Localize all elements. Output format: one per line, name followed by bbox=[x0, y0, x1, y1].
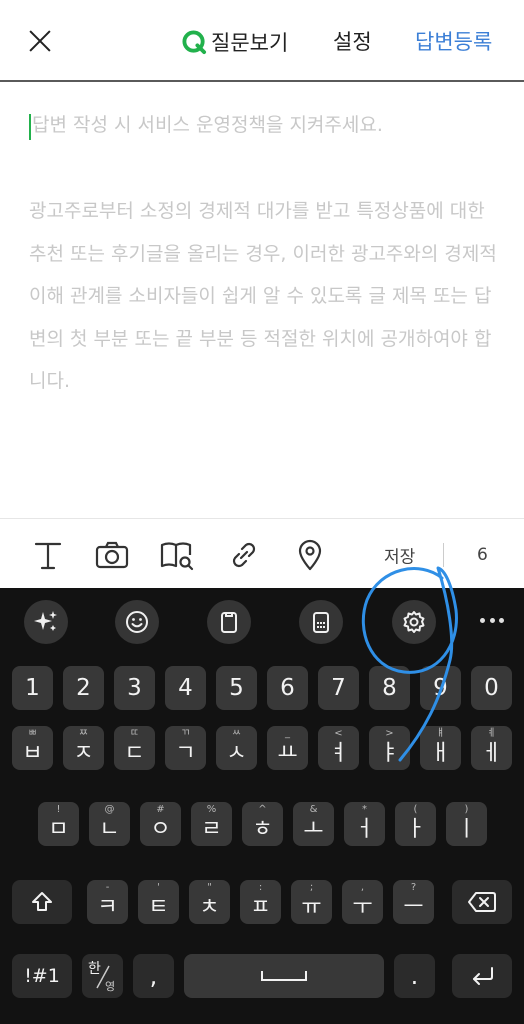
key-digeut[interactable]: ㄸㄷ bbox=[114, 726, 155, 770]
emoji-icon bbox=[126, 611, 148, 633]
key-5[interactable]: 5 bbox=[216, 666, 257, 710]
close-icon[interactable] bbox=[24, 25, 56, 57]
camera-icon[interactable] bbox=[94, 537, 130, 573]
link-icon[interactable] bbox=[226, 537, 262, 573]
settings-button[interactable]: 설정 bbox=[333, 26, 372, 58]
space-key[interactable] bbox=[184, 954, 384, 998]
key-7[interactable]: 7 bbox=[318, 666, 359, 710]
key-2[interactable]: 2 bbox=[63, 666, 104, 710]
key-ieung[interactable]: # ㅇ bbox=[140, 802, 181, 846]
key-a[interactable]: (ㅏ bbox=[395, 802, 436, 846]
key-ae[interactable]: ㅒㅐ bbox=[420, 726, 461, 770]
location-pin-icon[interactable] bbox=[292, 537, 328, 573]
clipboard-icon bbox=[221, 612, 237, 633]
view-question-label: 질문보기 bbox=[211, 31, 289, 55]
key-1[interactable]: 1 bbox=[12, 666, 53, 710]
key-pieup[interactable]: :ㅍ bbox=[240, 880, 281, 924]
enter-key[interactable] bbox=[452, 954, 512, 998]
q-logo-icon bbox=[182, 29, 207, 54]
key-ya[interactable]: > ㅑ bbox=[369, 726, 410, 770]
key-8[interactable]: 8 bbox=[369, 666, 410, 710]
comma-key[interactable]: , bbox=[133, 954, 174, 998]
shift-icon bbox=[32, 892, 52, 911]
key-kieuk[interactable]: -ㅋ bbox=[87, 880, 128, 924]
keyboard: 1 2 3 4 5 6 7 8 9 0 ㅃㅂ ㅉㅈ ㄸㄷ ㄲㄱ ㅆㅅ _ ㅛ < ㅕ… bbox=[0, 588, 524, 1024]
language-switch-glyph: 한 영 bbox=[88, 961, 115, 993]
keyboard-settings-button[interactable] bbox=[392, 600, 436, 644]
editor-placeholder-policy: 답변 작성 시 서비스 운영정책을 지켜주세요. bbox=[32, 114, 383, 136]
key-9[interactable]: 9 bbox=[420, 666, 461, 710]
key-nieun[interactable]: @ ㄴ bbox=[89, 802, 130, 846]
app-header: 질문보기 설정 답변등록 bbox=[0, 0, 524, 82]
book-search-icon[interactable] bbox=[159, 537, 195, 573]
key-u[interactable]: ,ㅜ bbox=[342, 880, 383, 924]
key-o[interactable]: & ㅗ bbox=[293, 802, 334, 846]
key-eo[interactable]: * ㅓ bbox=[344, 802, 385, 846]
gear-icon bbox=[403, 611, 425, 633]
svg-text:영: 영 bbox=[105, 980, 115, 993]
sparkle-icon bbox=[34, 611, 57, 631]
key-jieut[interactable]: ㅉㅈ bbox=[63, 726, 104, 770]
keyboard-toolbar bbox=[0, 588, 524, 650]
key-siot[interactable]: ㅆㅅ bbox=[216, 726, 257, 770]
view-question-button[interactable]: 질문보기 bbox=[182, 26, 288, 58]
backspace-key[interactable] bbox=[452, 880, 512, 924]
key-tieut[interactable]: ' ㅌ bbox=[138, 880, 179, 924]
svg-text:한: 한 bbox=[88, 961, 101, 977]
enter-icon bbox=[473, 967, 493, 985]
key-i[interactable]: ) ㅣ bbox=[446, 802, 487, 846]
key-yo[interactable]: _ ㅛ bbox=[267, 726, 308, 770]
key-0[interactable]: 0 bbox=[471, 666, 512, 710]
editor-placeholder-ad-notice: 광고주로부터 소정의 경제적 대가를 받고 특정상품에 대한 추천 또는 후기글… bbox=[29, 200, 497, 392]
backspace-icon bbox=[468, 892, 496, 912]
answer-editor[interactable]: 답변 작성 시 서비스 운영정책을 지켜주세요. 광고주로부터 소정의 경제적 … bbox=[0, 84, 524, 518]
key-eu[interactable]: ? ㅡ bbox=[393, 880, 434, 924]
toolbar-divider bbox=[443, 543, 444, 567]
clipboard-button[interactable] bbox=[207, 600, 251, 644]
key-rieul[interactable]: % ㄹ bbox=[191, 802, 232, 846]
emoji-button[interactable] bbox=[115, 600, 159, 644]
space-icon bbox=[261, 971, 307, 981]
language-switch-key[interactable]: 한 영 bbox=[82, 954, 123, 998]
key-6[interactable]: 6 bbox=[267, 666, 308, 710]
key-giyeok[interactable]: ㄲㄱ bbox=[165, 726, 206, 770]
key-yu[interactable]: ; ㅠ bbox=[291, 880, 332, 924]
text-icon[interactable] bbox=[30, 537, 66, 573]
character-count: 6 bbox=[477, 545, 488, 565]
key-chieut[interactable]: " ㅊ bbox=[189, 880, 230, 924]
editor-toolbar: 저장 6 bbox=[0, 518, 524, 588]
more-icon[interactable] bbox=[480, 618, 504, 624]
key-3[interactable]: 3 bbox=[114, 666, 155, 710]
key-e[interactable]: ㅖㅔ bbox=[471, 726, 512, 770]
sparkle-button[interactable] bbox=[24, 600, 68, 644]
shift-key[interactable] bbox=[12, 880, 72, 924]
key-hieut[interactable]: ^ ㅎ bbox=[242, 802, 283, 846]
save-button[interactable]: 저장 bbox=[384, 543, 415, 568]
key-yeo[interactable]: < ㅕ bbox=[318, 726, 359, 770]
text-cursor bbox=[29, 114, 31, 140]
key-4[interactable]: 4 bbox=[165, 666, 206, 710]
key-bieup[interactable]: ㅃㅂ bbox=[12, 726, 53, 770]
period-key[interactable]: . bbox=[394, 954, 435, 998]
keyboard-mode-icon bbox=[313, 612, 329, 633]
submit-answer-button[interactable]: 답변등록 bbox=[415, 26, 492, 58]
keyboard-mode-button[interactable] bbox=[299, 600, 343, 644]
symbols-key[interactable]: !#1 bbox=[12, 954, 72, 998]
key-mieum[interactable]: ! ㅁ bbox=[38, 802, 79, 846]
